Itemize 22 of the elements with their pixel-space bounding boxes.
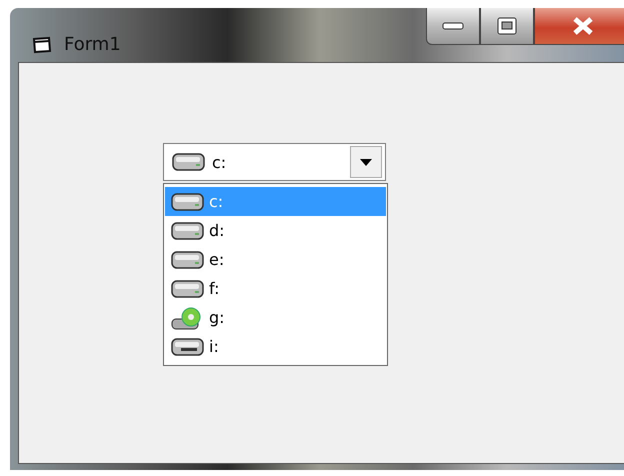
close-icon <box>572 17 594 35</box>
close-button[interactable] <box>534 8 624 45</box>
hard-drive-icon <box>172 152 206 172</box>
drive-item[interactable]: i: <box>165 332 386 361</box>
drive-item[interactable]: f: <box>165 274 386 303</box>
maximize-button[interactable] <box>480 8 534 45</box>
drive-combo-box[interactable]: c: <box>163 143 386 181</box>
minimize-button[interactable] <box>426 8 480 45</box>
form-icon <box>32 36 52 54</box>
maximize-icon <box>497 17 517 35</box>
drive-item[interactable]: g: <box>165 303 386 332</box>
removable-drive-icon <box>171 336 205 356</box>
hard-drive-icon <box>171 278 205 298</box>
window-title: Form1 <box>64 34 121 55</box>
hard-drive-icon <box>171 192 205 212</box>
hard-drive-icon <box>171 250 205 270</box>
drive-item[interactable]: d: <box>165 216 386 245</box>
drive-item[interactable]: e: <box>165 245 386 274</box>
hard-drive-icon <box>171 220 205 240</box>
caret-icon <box>360 158 372 166</box>
dropdown-button[interactable] <box>350 146 382 178</box>
minimize-icon <box>442 22 464 30</box>
